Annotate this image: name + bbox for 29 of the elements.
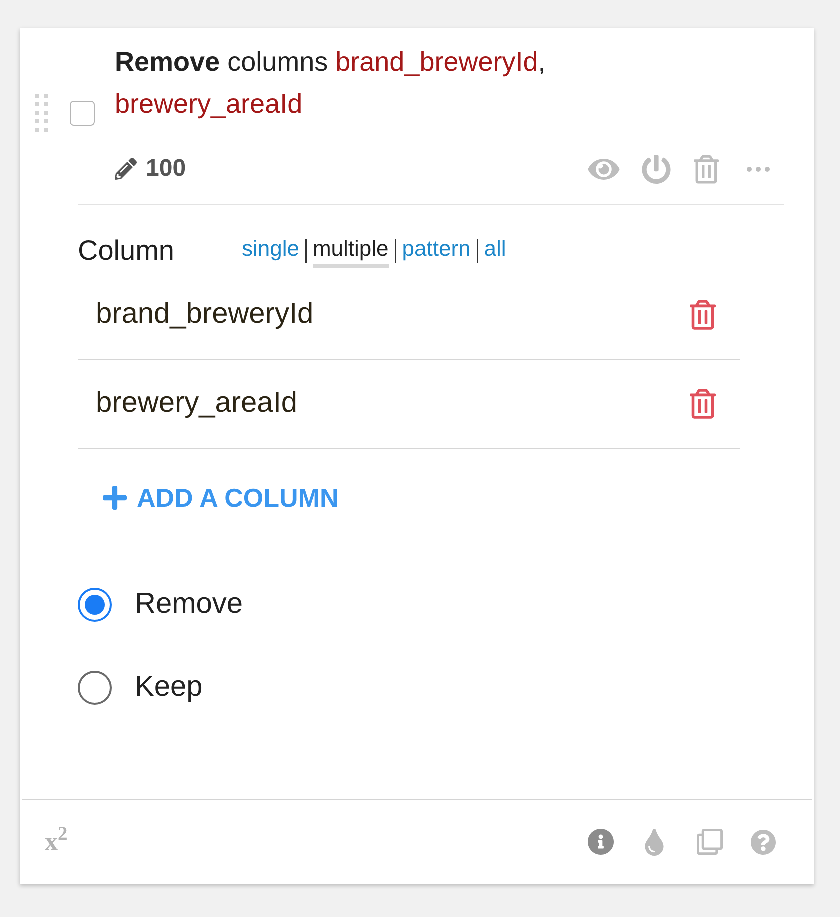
trash-icon[interactable] xyxy=(690,300,716,330)
step-title: Remove columns brand_breweryId, brewery_areaId xyxy=(115,46,547,121)
option-label: Remove xyxy=(135,587,243,622)
eye-icon[interactable] xyxy=(588,158,620,180)
info-icon[interactable] xyxy=(588,829,614,855)
pencil-icon[interactable] xyxy=(115,158,137,180)
mode-link[interactable]: pattern xyxy=(402,234,471,268)
column-name: brewery_areaId xyxy=(96,386,298,422)
radio-button[interactable] xyxy=(78,588,112,622)
drag-handle-icon[interactable] xyxy=(35,94,48,132)
help-icon[interactable] xyxy=(751,830,776,854)
add-column-button[interactable]: ADD A COLUMN xyxy=(103,478,339,518)
column-label: Column xyxy=(78,234,176,268)
trash-icon[interactable] xyxy=(694,154,719,184)
more-icon[interactable] xyxy=(747,166,770,172)
step-checkbox[interactable] xyxy=(70,100,95,126)
copy-icon[interactable] xyxy=(697,829,723,855)
power-icon[interactable] xyxy=(642,154,671,184)
step-count: 100 xyxy=(146,154,186,184)
mode-link[interactable]: all xyxy=(484,234,506,268)
option-label: Keep xyxy=(135,670,203,706)
radio-button[interactable] xyxy=(78,671,112,705)
mode-link[interactable]: single xyxy=(242,234,300,268)
drop-icon[interactable] xyxy=(645,828,664,856)
column-name: brand_breweryId xyxy=(96,297,314,332)
trash-icon[interactable] xyxy=(690,389,716,419)
plus-icon xyxy=(103,486,127,510)
mode-link[interactable]: multiple xyxy=(312,234,389,268)
formula-button[interactable]: x$^{2}$ xyxy=(45,827,68,857)
